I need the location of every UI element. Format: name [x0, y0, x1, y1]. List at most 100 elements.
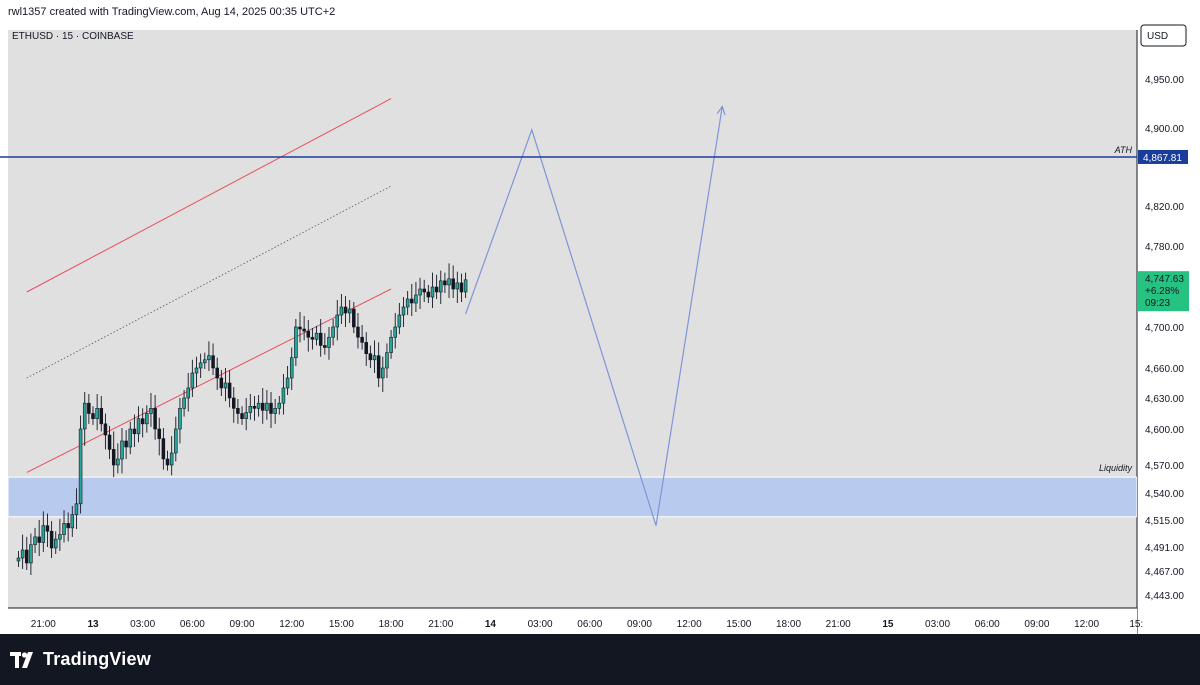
liquidity-label: Liquidity: [1099, 463, 1133, 473]
candle-body: [277, 402, 282, 409]
candle-body: [439, 280, 443, 293]
chart-panel: ATH Liquidity 4,443.00 4,467.00 4,491.00 4,51…: [0, 24, 1200, 634]
candle-body: [281, 387, 286, 404]
candle-body: [372, 355, 377, 361]
candle-body: [16, 557, 21, 562]
candle-body: [120, 440, 124, 460]
x-tick-label: 06:00: [180, 619, 205, 630]
y-tick-label: 4,660.00: [1145, 364, 1184, 375]
y-tick-label: 4,515.00: [1145, 516, 1184, 527]
candle-body: [74, 503, 79, 515]
countdown-label: 09:23: [1145, 298, 1170, 309]
candle-body: [227, 382, 232, 399]
candle-body: [198, 362, 203, 369]
candle-body: [103, 423, 108, 436]
candle-body: [186, 387, 190, 399]
candle-body: [53, 538, 58, 549]
candle-body: [70, 514, 75, 529]
candle-body: [232, 397, 236, 409]
candle-body: [82, 402, 87, 430]
candle-body: [265, 402, 269, 411]
candle-body: [269, 402, 273, 414]
y-tick-label: 4,950.00: [1145, 75, 1184, 86]
y-tick-label: 4,600.00: [1145, 425, 1184, 436]
x-tick-label: 15: [882, 619, 894, 630]
candle-body: [111, 449, 116, 466]
candle-body: [244, 412, 248, 419]
candle-body: [157, 428, 161, 439]
candle-body: [285, 377, 290, 389]
candle-body: [190, 372, 195, 389]
x-tick-label: 09:00: [230, 619, 255, 630]
candle-body: [426, 291, 431, 298]
candle-body: [463, 279, 468, 293]
liquidity-zone: [8, 476, 1137, 518]
x-tick-label: 12:00: [1074, 619, 1099, 630]
x-tick-label: 15:00: [726, 619, 751, 630]
candle-body: [207, 355, 211, 361]
y-tick-label: 4,491.00: [1145, 543, 1184, 554]
plot-area: [8, 30, 1137, 608]
x-tick-label: 21:00: [428, 619, 453, 630]
y-tick-label: 4,540.00: [1145, 489, 1184, 500]
y-tick-label: 4,443.00: [1145, 591, 1184, 602]
y-tick-label: 4,780.00: [1145, 242, 1184, 253]
x-tick-label: 12:00: [677, 619, 702, 630]
candle-body: [161, 438, 166, 460]
x-tick-label: 18:00: [379, 619, 404, 630]
x-tick-label: 21:00: [31, 619, 56, 630]
candle-body: [347, 308, 352, 314]
candle-body: [273, 408, 277, 414]
candle-body: [140, 418, 145, 425]
candle-body: [20, 549, 25, 559]
candle-body: [37, 536, 41, 543]
candle-body: [368, 353, 373, 361]
candle-body: [165, 458, 170, 466]
candle-body: [310, 336, 315, 340]
candle-body: [302, 328, 306, 332]
x-tick-label: 18:00: [776, 619, 801, 630]
candle-body: [153, 408, 157, 430]
candle-body: [45, 525, 50, 532]
tradingview-logo-icon: [10, 652, 33, 668]
x-tick-label: 09:00: [1024, 619, 1049, 630]
candle-body: [352, 308, 356, 328]
candle-body: [124, 440, 128, 448]
candle-body: [62, 523, 66, 535]
x-tick-label: 12:00: [279, 619, 304, 630]
footer-bar: [0, 634, 1200, 685]
x-tick-label: 03:00: [130, 619, 155, 630]
candle-body: [434, 286, 439, 293]
x-tick-label: 06:00: [975, 619, 1000, 630]
candle-body: [385, 352, 389, 369]
candle-body: [256, 402, 261, 409]
candle-body: [430, 286, 435, 298]
candle-body: [58, 534, 62, 540]
attribution-text: rwl1357 created with TradingView.com, Au…: [8, 6, 336, 18]
candle-body: [116, 458, 120, 466]
candle-body: [25, 549, 29, 564]
last-price-label: 4,747.63: [1145, 274, 1184, 285]
candle-body: [136, 418, 141, 435]
candle-body: [260, 402, 265, 411]
candle-body: [194, 367, 199, 374]
candle-body: [360, 336, 364, 343]
x-tick-label: 14: [485, 619, 497, 630]
candle-body: [107, 434, 112, 450]
candle-body: [236, 408, 240, 414]
x-tick-label: 03:00: [925, 619, 950, 630]
candle-body: [422, 288, 426, 293]
candle-body: [356, 326, 360, 338]
candle-body: [240, 413, 244, 419]
candle-body: [451, 278, 455, 290]
time-axis: [8, 608, 1137, 634]
candle-body: [323, 345, 327, 348]
candle-body: [178, 408, 182, 430]
candle-body: [443, 280, 447, 286]
ath-price-label: 4,867.81: [1143, 153, 1182, 164]
candle-body: [343, 306, 348, 314]
candle-body: [223, 382, 228, 389]
candle-body: [145, 413, 149, 425]
price-chart[interactable]: ATH Liquidity 4,443.00 4,467.00 4,491.00 4,51…: [0, 24, 1200, 634]
candle-body: [174, 428, 178, 454]
